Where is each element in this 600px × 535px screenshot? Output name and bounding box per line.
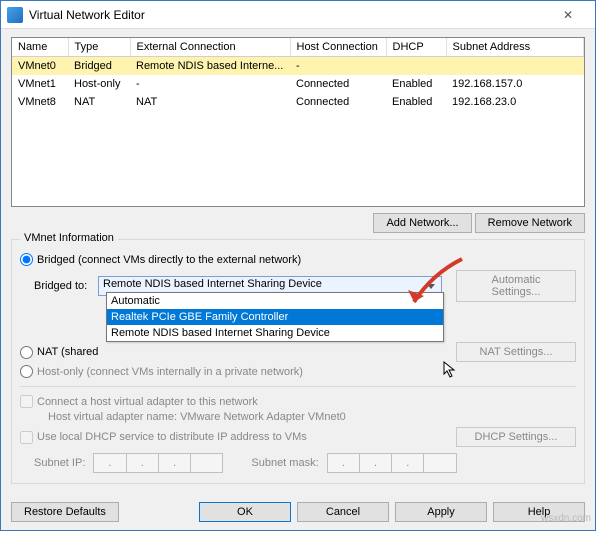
titlebar[interactable]: Virtual Network Editor ✕ — [1, 1, 595, 29]
nat-settings-button[interactable]: NAT Settings... — [456, 342, 576, 362]
cancel-button[interactable]: Cancel — [297, 502, 389, 522]
use-dhcp-row[interactable]: Use local DHCP service to distribute IP … — [20, 427, 576, 447]
col-ext[interactable]: External Connection — [130, 38, 290, 57]
nat-radio[interactable] — [20, 346, 33, 359]
subnet-mask-input[interactable]: ... — [327, 453, 457, 473]
bridged-label: Bridged (connect VMs directly to the ext… — [37, 254, 301, 266]
col-name[interactable]: Name — [12, 38, 68, 57]
bridged-radio-row[interactable]: Bridged (connect VMs directly to the ext… — [20, 253, 576, 266]
nat-radio-row[interactable]: NAT (shared NAT Settings... — [20, 342, 576, 362]
watermark: wsxdn.com — [541, 513, 591, 524]
col-subnet[interactable]: Subnet Address — [446, 38, 584, 57]
connect-host-row[interactable]: Connect a host virtual adapter to this n… — [20, 395, 576, 408]
col-dhcp[interactable]: DHCP — [386, 38, 446, 57]
col-type[interactable]: Type — [68, 38, 130, 57]
hostonly-radio-row[interactable]: Host-only (connect VMs internally in a p… — [20, 365, 576, 378]
vmnet-info-group: VMnet Information Bridged (connect VMs d… — [11, 239, 585, 484]
close-icon[interactable]: ✕ — [547, 2, 589, 28]
connect-host-label: Connect a host virtual adapter to this n… — [37, 396, 258, 408]
dropdown-option[interactable]: Automatic — [107, 293, 443, 309]
app-icon — [7, 7, 23, 23]
dialog-footer: Restore Defaults OK Cancel Apply Help — [1, 494, 595, 530]
use-dhcp-label: Use local DHCP service to distribute IP … — [37, 431, 307, 443]
group-title: VMnet Information — [20, 232, 118, 244]
bridged-to-label: Bridged to: — [34, 280, 92, 292]
subnet-mask-label: Subnet mask: — [251, 457, 318, 469]
restore-defaults-button[interactable]: Restore Defaults — [11, 502, 119, 522]
bridged-radio[interactable] — [20, 253, 33, 266]
combo-value: Remote NDIS based Internet Sharing Devic… — [103, 278, 322, 290]
table-row[interactable]: VMnet8 NAT NAT Connected Enabled 192.168… — [12, 93, 584, 111]
table-row[interactable]: VMnet1 Host-only - Connected Enabled 192… — [12, 75, 584, 93]
table-row[interactable]: VMnet0 Bridged Remote NDIS based Interne… — [12, 57, 584, 76]
bridged-to-dropdown[interactable]: Automatic Realtek PCIe GBE Family Contro… — [106, 292, 444, 342]
window-root: Virtual Network Editor ✕ Name Type Exter… — [0, 0, 596, 531]
dhcp-settings-button[interactable]: DHCP Settings... — [456, 427, 576, 447]
use-dhcp-checkbox[interactable] — [20, 431, 33, 444]
dropdown-option[interactable]: Remote NDIS based Internet Sharing Devic… — [107, 325, 443, 341]
col-host[interactable]: Host Connection — [290, 38, 386, 57]
hostonly-radio[interactable] — [20, 365, 33, 378]
automatic-settings-button[interactable]: Automatic Settings... — [456, 270, 576, 302]
subnet-ip-label: Subnet IP: — [34, 457, 85, 469]
ok-button[interactable]: OK — [199, 502, 291, 522]
table-header-row: Name Type External Connection Host Conne… — [12, 38, 584, 57]
window-title: Virtual Network Editor — [29, 8, 547, 22]
window-controls: ✕ — [547, 2, 589, 28]
connect-host-checkbox[interactable] — [20, 395, 33, 408]
host-adapter-hint: Host virtual adapter name: VMware Networ… — [48, 411, 576, 423]
dropdown-option[interactable]: Realtek PCIe GBE Family Controller — [107, 309, 443, 325]
apply-button[interactable]: Apply — [395, 502, 487, 522]
network-table[interactable]: Name Type External Connection Host Conne… — [11, 37, 585, 207]
hostonly-label: Host-only (connect VMs internally in a p… — [37, 366, 303, 378]
subnet-ip-input[interactable]: ... — [93, 453, 223, 473]
nat-label: NAT (shared — [37, 346, 98, 358]
add-network-button[interactable]: Add Network... — [373, 213, 471, 233]
remove-network-button[interactable]: Remove Network — [475, 213, 585, 233]
